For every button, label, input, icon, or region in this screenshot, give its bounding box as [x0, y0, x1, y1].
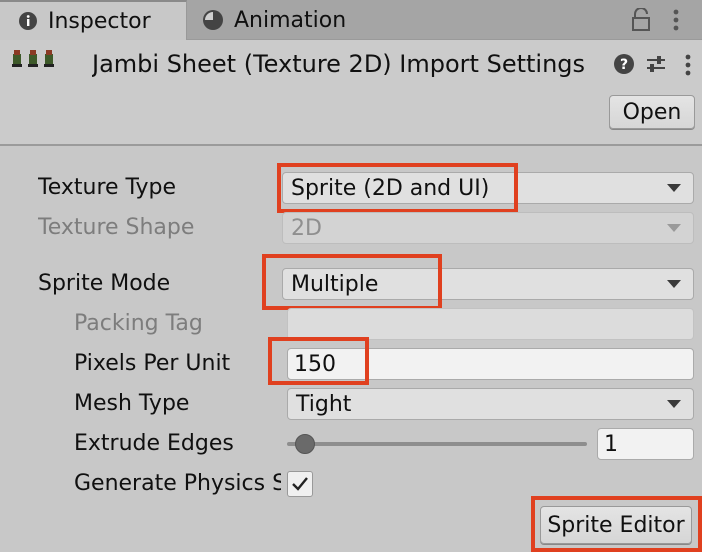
presets-icon[interactable]	[645, 53, 667, 75]
texture-shape-dropdown: 2D	[282, 212, 694, 244]
packing-tag-field	[287, 308, 694, 340]
tab-label: Inspector	[48, 8, 151, 34]
sprite-editor-button[interactable]: Sprite Editor	[540, 506, 692, 544]
chevron-down-icon	[667, 280, 681, 288]
more-options-icon[interactable]	[682, 53, 694, 77]
sprite-mode-label: Sprite Mode	[38, 271, 171, 296]
texture-shape-value: 2D	[291, 215, 322, 241]
checkmark-icon	[292, 477, 308, 491]
extrude-edges-slider-track[interactable]	[287, 442, 587, 446]
texture-type-dropdown[interactable]: Sprite (2D and UI)	[282, 172, 694, 204]
sprite-mode-value: Multiple	[291, 271, 379, 297]
help-icon[interactable]: ?	[613, 53, 635, 75]
pixels-per-unit-value: 150	[294, 351, 336, 377]
generate-physics-label: Generate Physics Shape	[74, 471, 281, 496]
texture-thumbnail-icon	[10, 48, 62, 70]
chevron-down-icon	[667, 184, 681, 192]
extrude-edges-value: 1	[604, 431, 618, 457]
svg-text:?: ?	[620, 57, 628, 73]
texture-type-value: Sprite (2D and UI)	[291, 175, 490, 201]
inspector-title: Jambi Sheet (Texture 2D) Import Settings	[92, 50, 586, 78]
mesh-type-label: Mesh Type	[74, 391, 190, 416]
tab-label: Animation	[234, 7, 347, 33]
clock-icon	[202, 9, 224, 31]
sprite-mode-dropdown[interactable]: Multiple	[282, 268, 694, 300]
extrude-edges-slider-thumb[interactable]	[295, 434, 315, 454]
extrude-edges-field[interactable]: 1	[597, 428, 694, 460]
mesh-type-value: Tight	[296, 391, 352, 417]
more-options-icon[interactable]	[670, 8, 682, 32]
chevron-down-icon	[667, 224, 681, 232]
lock-icon[interactable]	[630, 7, 652, 32]
open-button[interactable]: Open	[609, 95, 695, 129]
pixels-per-unit-label: Pixels Per Unit	[74, 351, 231, 376]
tab-inspector[interactable]: Inspector	[0, 0, 187, 40]
mesh-type-dropdown[interactable]: Tight	[287, 388, 694, 420]
tab-animation[interactable]: Animation	[188, 0, 388, 40]
texture-type-label: Texture Type	[38, 175, 177, 200]
pixels-per-unit-field[interactable]: 150	[287, 348, 694, 380]
texture-shape-label: Texture Shape	[38, 215, 195, 240]
chevron-down-icon	[667, 400, 681, 408]
generate-physics-checkbox[interactable]	[287, 471, 313, 497]
info-icon	[18, 11, 38, 31]
packing-tag-label: Packing Tag	[74, 311, 203, 336]
extrude-edges-label: Extrude Edges	[74, 431, 234, 456]
